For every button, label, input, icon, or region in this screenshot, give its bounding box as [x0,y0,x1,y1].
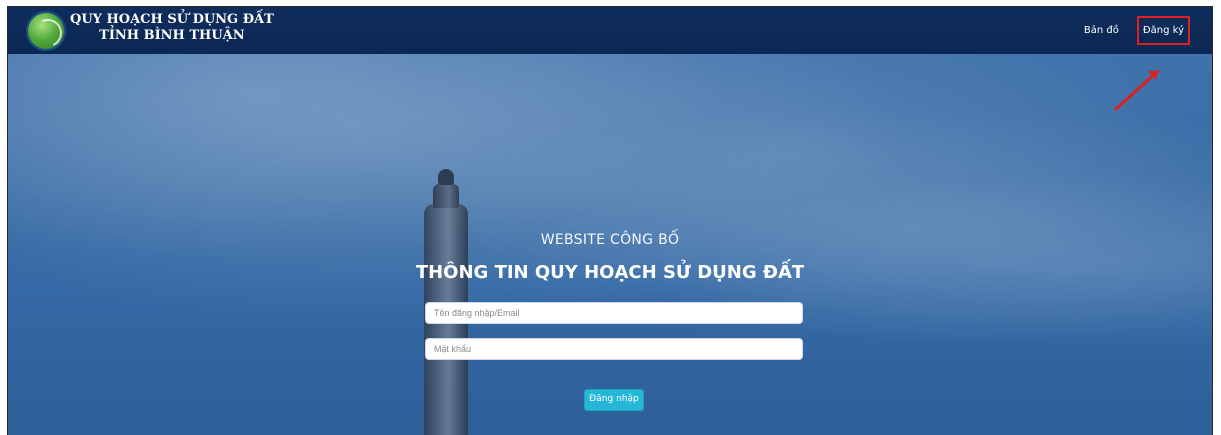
login-button[interactable]: Đăng nhập [584,389,644,411]
app-frame: QUY HOẠCH SỬ DỤNG ĐẤT TỈNH BÌNH THUẬN Bả… [7,6,1213,435]
hero-headline: THÔNG TIN QUY HOẠCH SỬ DỤNG ĐẤT [415,262,805,283]
globe-logo-icon [26,11,66,51]
top-header: QUY HOẠCH SỬ DỤNG ĐẤT TỈNH BÌNH THUẬN Bả… [8,7,1212,54]
site-title-line-2: TỈNH BÌNH THUẬN [99,28,245,43]
top-nav: Bản đồ Đăng ký [1084,7,1190,54]
password-input[interactable] [425,338,803,360]
username-email-input[interactable] [425,302,803,324]
nav-register-link[interactable]: Đăng ký [1136,16,1190,45]
hero-section: WEBSITE CÔNG BỐ THÔNG TIN QUY HOẠCH SỬ D… [8,54,1212,435]
nav-map-link[interactable]: Bản đồ [1084,25,1119,36]
hero-subtitle: WEBSITE CÔNG BỐ [540,232,680,248]
site-title: QUY HOẠCH SỬ DỤNG ĐẤT TỈNH BÌNH THUẬN [70,12,274,44]
login-panel: WEBSITE CÔNG BỐ THÔNG TIN QUY HOẠCH SỬ D… [8,54,1212,435]
logo-arc-icon [30,15,66,51]
site-title-line-1: QUY HOẠCH SỬ DỤNG ĐẤT [70,12,274,27]
